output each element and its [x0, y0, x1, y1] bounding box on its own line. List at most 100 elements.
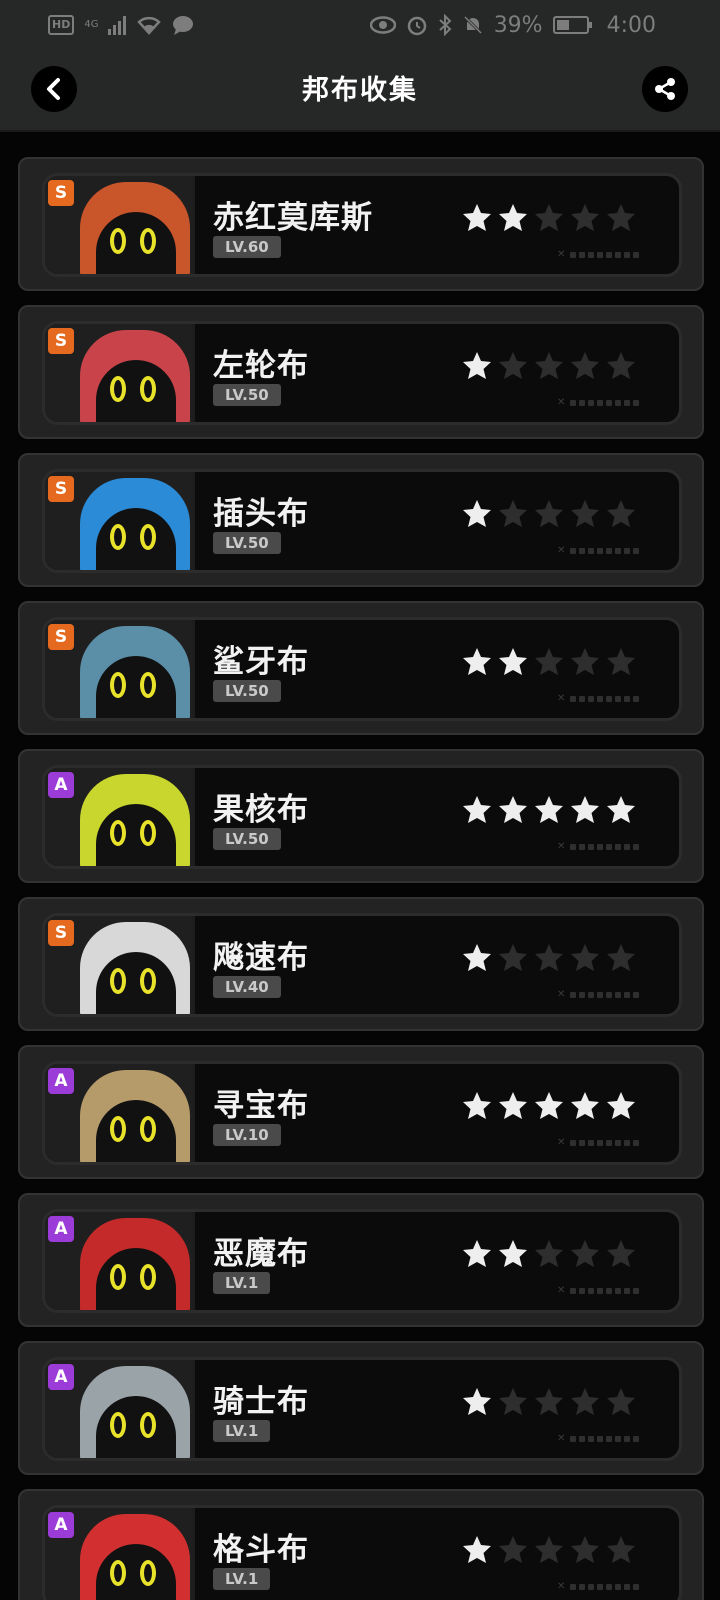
star-icon — [535, 1092, 563, 1119]
bangboo-avatar — [80, 1366, 190, 1458]
star-rating — [461, 202, 637, 234]
bangboo-portrait: A — [45, 1360, 195, 1458]
star-icon — [499, 1240, 527, 1267]
progress-pip — [597, 843, 604, 850]
star-icon — [571, 352, 599, 379]
progress-marks: ✕ — [557, 1581, 640, 1592]
rank-badge: S — [48, 180, 74, 206]
bangboo-card[interactable]: S 鲨牙布 LV.50 ✕ — [18, 601, 704, 735]
level-badge: LV.50 — [213, 532, 281, 554]
rank-badge: S — [48, 920, 74, 946]
bangboo-card-inner: S 插头布 LV.50 ✕ — [42, 469, 682, 573]
star-icon — [463, 500, 491, 527]
status-bar: HD 4G 39% 4:00 — [0, 0, 720, 50]
bangboo-card[interactable]: A 骑士布 LV.1 ✕ — [18, 1341, 704, 1475]
progress-pip — [579, 1435, 586, 1442]
progress-pip — [606, 1287, 613, 1294]
progress-pip — [588, 547, 595, 554]
bangboo-portrait: A — [45, 1212, 195, 1310]
rank-badge: A — [48, 772, 74, 798]
bangboo-card[interactable]: S 左轮布 LV.50 ✕ — [18, 305, 704, 439]
avatar-eye — [140, 1264, 156, 1290]
progress-pip — [588, 1583, 595, 1590]
progress-pip — [606, 1139, 613, 1146]
bangboo-card[interactable]: A 恶魔布 LV.1 ✕ — [18, 1193, 704, 1327]
battery-fill — [556, 20, 569, 30]
bangboo-card[interactable]: S 插头布 LV.50 ✕ — [18, 453, 704, 587]
progress-pip — [633, 695, 640, 702]
wifi-icon — [137, 17, 162, 35]
share-button[interactable] — [642, 66, 688, 112]
bangboo-portrait: S — [45, 620, 195, 718]
progress-marks: ✕ — [557, 249, 640, 260]
level-badge: LV.50 — [213, 828, 281, 850]
star-icon — [463, 1536, 491, 1563]
star-icon — [607, 648, 635, 675]
back-button[interactable] — [31, 66, 77, 112]
avatar-eye — [110, 1264, 126, 1290]
bangboo-avatar — [80, 1218, 190, 1310]
progress-x-icon: ✕ — [557, 1137, 566, 1148]
bangboo-card-inner: S 左轮布 LV.50 ✕ — [42, 321, 682, 425]
star-icon — [607, 1536, 635, 1563]
bangboo-card[interactable]: S 赤红莫库斯 LV.60 ✕ — [18, 157, 704, 291]
progress-pip — [615, 1583, 622, 1590]
progress-pip — [588, 1435, 595, 1442]
avatar-face — [96, 952, 176, 1014]
avatar-eye — [110, 524, 126, 550]
progress-pip — [570, 1435, 577, 1442]
star-icon — [535, 944, 563, 971]
progress-pip — [579, 1583, 586, 1590]
progress-pip — [597, 695, 604, 702]
star-icon — [499, 500, 527, 527]
rank-badge: A — [48, 1364, 74, 1390]
progress-pip — [570, 1583, 577, 1590]
hd-badge: HD — [48, 15, 75, 35]
progress-marks: ✕ — [557, 989, 640, 1000]
progress-pip — [624, 843, 631, 850]
avatar-eye — [110, 228, 126, 254]
progress-pip — [588, 843, 595, 850]
avatar-eye — [140, 672, 156, 698]
bangboo-portrait: A — [45, 768, 195, 866]
bangboo-avatar — [80, 1070, 190, 1162]
progress-pip — [606, 251, 613, 258]
bangboo-card[interactable]: A 果核布 LV.50 ✕ — [18, 749, 704, 883]
progress-pip — [597, 251, 604, 258]
avatar-eye — [110, 376, 126, 402]
star-icon — [535, 500, 563, 527]
bangboo-avatar — [80, 774, 190, 866]
progress-pip — [624, 547, 631, 554]
alarm-icon — [407, 16, 426, 36]
rank-badge: A — [48, 1068, 74, 1094]
progress-pip — [579, 399, 586, 406]
title-bar: 邦布收集 — [0, 50, 720, 132]
progress-pip — [597, 1287, 604, 1294]
avatar-eye — [110, 1412, 126, 1438]
bangboo-card[interactable]: S 飚速布 LV.40 ✕ — [18, 897, 704, 1031]
progress-pip — [579, 991, 586, 998]
network-type: 4G — [84, 19, 99, 30]
progress-pip — [570, 695, 577, 702]
progress-marks: ✕ — [557, 545, 640, 556]
progress-pip — [570, 399, 577, 406]
bangboo-card[interactable]: A 格斗布 LV.1 ✕ — [18, 1489, 704, 1600]
star-icon — [571, 500, 599, 527]
bangboo-card[interactable]: A 寻宝布 LV.10 ✕ — [18, 1045, 704, 1179]
bangboo-avatar — [80, 330, 190, 422]
rank-badge: S — [48, 476, 74, 502]
progress-pip — [624, 991, 631, 998]
star-icon — [535, 1240, 563, 1267]
progress-pip — [633, 843, 640, 850]
avatar-face — [96, 1248, 176, 1310]
rank-badge: A — [48, 1216, 74, 1242]
star-icon — [607, 204, 635, 231]
star-icon — [571, 1240, 599, 1267]
bangboo-name: 骑士布 — [213, 1384, 309, 1420]
avatar-face — [96, 212, 176, 274]
bangboo-portrait: A — [45, 1508, 195, 1600]
bangboo-card-inner: A 格斗布 LV.1 ✕ — [42, 1505, 682, 1600]
bangboo-avatar — [80, 1514, 190, 1600]
avatar-eye — [140, 524, 156, 550]
star-icon — [535, 796, 563, 823]
